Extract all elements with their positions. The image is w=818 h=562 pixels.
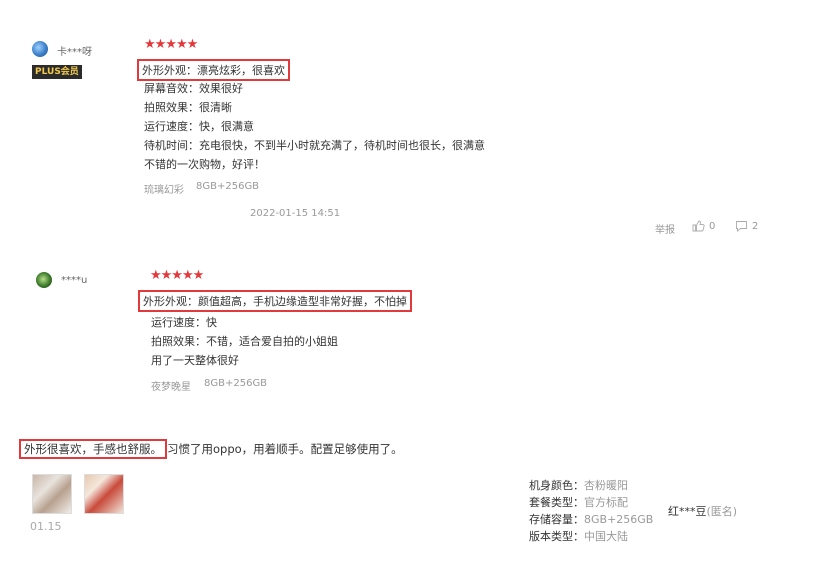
review-date: 2022-01-15 14:51 xyxy=(250,208,341,219)
username: 卡***呀 xyxy=(57,47,92,58)
spec-row: 存储容量：8GB+256GB xyxy=(529,511,653,527)
like-count: 0 xyxy=(709,220,716,232)
comment-count: 2 xyxy=(752,220,759,232)
spec-value: 8GB+256GB xyxy=(584,513,654,526)
avatar[interactable] xyxy=(32,41,48,57)
spec-value: 官方标配 xyxy=(584,496,628,509)
review-text: 外形很喜欢，手感也舒服。 习惯了用oppo，用着顺手。配置足够使用了。 xyxy=(19,439,403,459)
review-line-highlighted: 外形外观：颜值超高，手机边缘造型非常好握，不怕掉 xyxy=(138,290,412,312)
anonymous-tag: (匿名) xyxy=(706,505,738,518)
spec-row: 版本类型：中国大陆 xyxy=(529,528,628,544)
review-text-rest: 习惯了用oppo，用着顺手。配置足够使用了。 xyxy=(167,442,403,456)
username: ****u xyxy=(61,275,88,286)
variant-storage: 8GB+256GB xyxy=(204,378,268,389)
review-line-highlighted: 外形外观：漂亮炫彩，很喜欢 xyxy=(137,59,290,81)
review-line: 屏幕音效：效果很好 xyxy=(144,82,243,95)
avatar[interactable] xyxy=(36,272,52,288)
review-line: 运行速度：快 xyxy=(151,316,217,329)
review-line: 拍照效果：很清晰 xyxy=(144,101,232,114)
variant-storage: 8GB+256GB xyxy=(196,181,260,192)
spec-value: 杏粉暖阳 xyxy=(584,479,628,492)
rating-stars: ★★★★★ xyxy=(150,268,204,283)
review-line: 用了一天整体很好 xyxy=(151,354,239,367)
comment-button[interactable]: 2 xyxy=(735,220,758,232)
review-photo-thumbnail[interactable] xyxy=(32,474,72,514)
plus-member-badge: PLUS会员 xyxy=(32,65,82,79)
review-line: 不错的一次购物，好评！ xyxy=(144,158,265,171)
review-line: 运行速度：快，很满意 xyxy=(144,120,254,133)
report-link[interactable]: 举报 xyxy=(655,221,675,236)
like-button[interactable]: 0 xyxy=(692,220,715,232)
spec-key: 套餐类型： xyxy=(529,496,584,509)
reviewer-name: 红***豆(匿名) xyxy=(668,503,737,519)
variant-color: 琉璃幻彩 xyxy=(144,185,184,196)
review-date: 01.15 xyxy=(30,520,62,533)
review-photo-thumbnail[interactable] xyxy=(84,474,124,514)
spec-key: 版本类型： xyxy=(529,530,584,543)
spec-key: 存储容量： xyxy=(529,513,584,526)
reviewer-username: 红***豆 xyxy=(668,505,707,518)
spec-key: 机身颜色： xyxy=(529,479,584,492)
spec-row: 机身颜色：杏粉暖阳 xyxy=(529,477,628,493)
spec-row: 套餐类型：官方标配 xyxy=(529,494,628,510)
review-text-highlighted: 外形很喜欢，手感也舒服。 xyxy=(19,439,167,459)
rating-stars: ★★★★★ xyxy=(144,37,198,52)
variant-color: 夜梦晚星 xyxy=(151,382,191,393)
spec-value: 中国大陆 xyxy=(584,530,628,543)
review-line: 待机时间：充电很快，不到半小时就充满了，待机时间也很长，很满意 xyxy=(144,139,485,152)
comment-icon xyxy=(736,221,747,232)
thumb-up-icon xyxy=(692,220,705,232)
review-line: 拍照效果：不错，适合爱自拍的小姐姐 xyxy=(151,335,338,348)
